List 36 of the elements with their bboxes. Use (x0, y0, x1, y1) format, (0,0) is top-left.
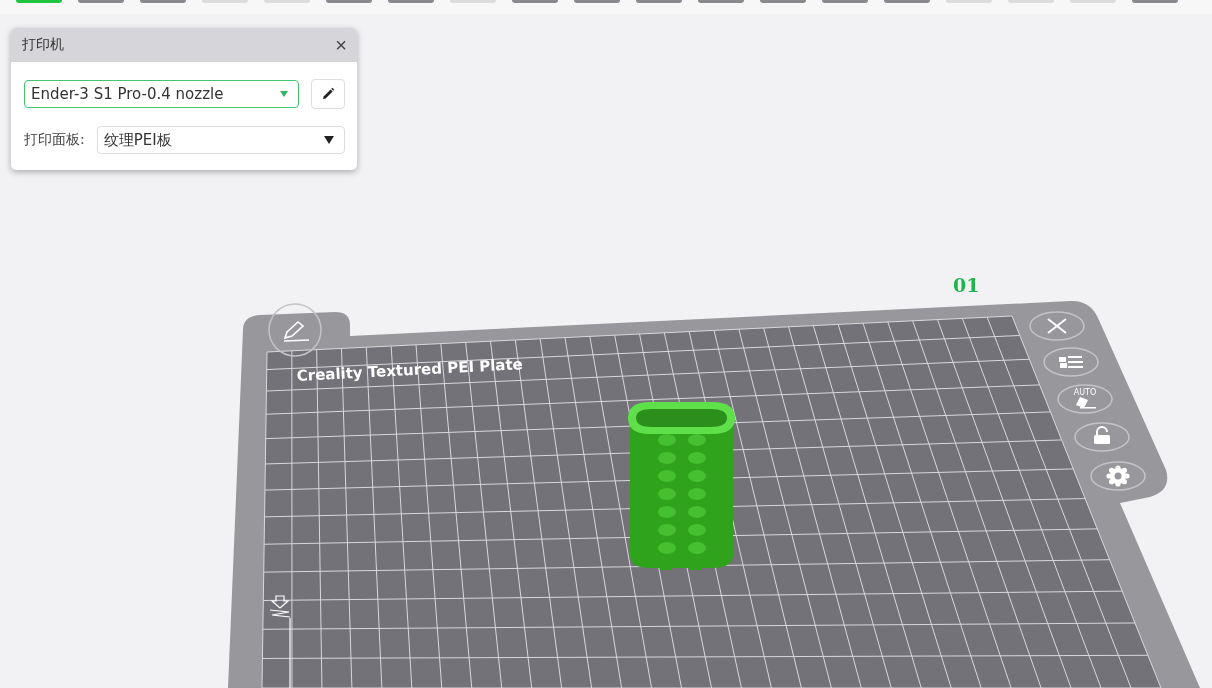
caret-icon (324, 136, 334, 144)
toolbar-button[interactable] (636, 0, 682, 3)
edit-button[interactable] (311, 79, 345, 109)
edit-plate-button[interactable] (268, 303, 322, 357)
eraser-icon (1076, 397, 1096, 409)
pencil-icon (283, 320, 310, 342)
pencil-icon (321, 87, 335, 101)
close-icon (1047, 318, 1067, 334)
toolbar-button[interactable] (78, 0, 124, 3)
toolbar-button[interactable] (574, 0, 620, 3)
bed-dropdown[interactable]: 纹理PEI板 (96, 126, 345, 154)
toolbar-button[interactable] (698, 0, 744, 3)
plate-number: 01 (953, 274, 980, 296)
panel-title: 打印机 (22, 36, 64, 54)
toolbar-button[interactable] (512, 0, 558, 3)
toolbar-button[interactable] (388, 0, 434, 3)
toolbar-button[interactable] (822, 0, 868, 3)
lock-icon (1094, 426, 1110, 444)
printer-dropdown[interactable]: Ender-3 S1 Pro-0.4 nozzle (24, 80, 299, 108)
toolbar-button[interactable] (760, 0, 806, 3)
toolbar-button[interactable] (884, 0, 930, 3)
settings-icon (1106, 465, 1130, 487)
toolbar-button[interactable] (1132, 0, 1178, 3)
toolbar-button[interactable] (140, 0, 186, 3)
list-button[interactable] (1043, 347, 1099, 377)
toolbar-button[interactable] (326, 0, 372, 3)
lock-button[interactable] (1074, 422, 1130, 452)
plate-label: Creality Textured PEI Plate (296, 355, 524, 385)
z-axis-icon (269, 595, 291, 688)
close-plate-button[interactable] (1029, 311, 1085, 341)
toolbar-button[interactable] (16, 0, 62, 3)
settings-button[interactable] (1090, 461, 1146, 491)
list-icon (1059, 356, 1083, 368)
close-button[interactable]: × (335, 35, 347, 55)
bed-label: 打印面板: (24, 131, 85, 149)
caret-icon (280, 91, 288, 97)
